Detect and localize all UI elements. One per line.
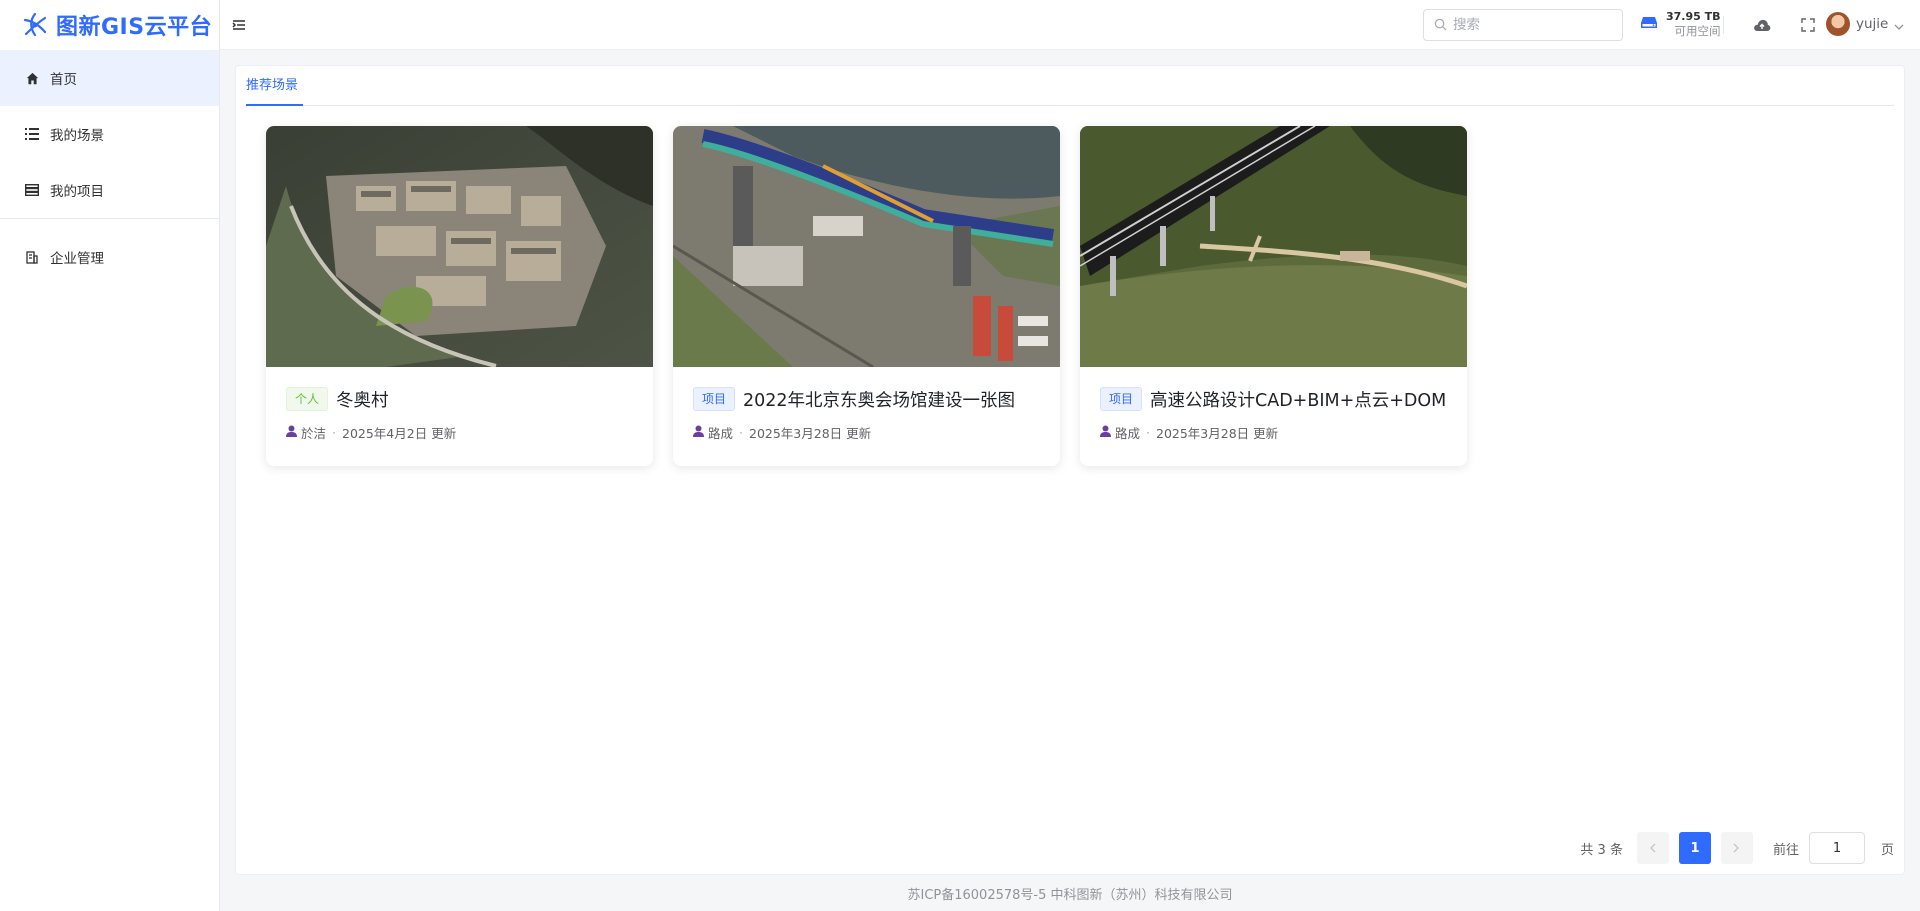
scene-card-list: 个人 冬奥村 於洁 · 2025年4月2日 更新 项目 2022年北京东奥会场馆… (266, 126, 1467, 466)
tab-recommended-scenes[interactable]: 推荐场景 (246, 66, 298, 106)
tab-bar: 推荐场景 (246, 66, 1894, 106)
meta-separator: · (332, 425, 336, 440)
building-icon (24, 249, 40, 265)
scene-title: 2022年北京东奥会场馆建设一张图 (743, 390, 1016, 411)
list-icon (24, 126, 40, 142)
avatar (1826, 12, 1850, 36)
scene-tag: 项目 (1100, 387, 1143, 411)
storage-indicator[interactable]: 37.95 TB 可用空间 (1640, 10, 1721, 38)
scene-updated: 2025年3月28日 更新 (1156, 426, 1279, 441)
sidebar-item-label: 企业管理 (50, 251, 104, 267)
search-input[interactable] (1453, 17, 1613, 33)
prev-page-button[interactable] (1636, 832, 1669, 864)
username: yujie (1856, 16, 1889, 32)
menu-divider (0, 218, 219, 219)
logo-icon (23, 12, 47, 37)
goto-label: 前往 (1772, 842, 1799, 858)
search-box[interactable] (1423, 9, 1623, 41)
cloud-upload-icon[interactable] (1752, 15, 1772, 35)
menu-toggle-icon[interactable] (232, 17, 248, 33)
logo[interactable]: 图新GIS云平台 (0, 0, 219, 50)
scene-updated: 2025年3月28日 更新 (749, 426, 872, 441)
chevron-right-icon (1734, 843, 1740, 853)
logo-text: 图新GIS云平台 (56, 15, 213, 40)
scene-title: 高速公路设计CAD+BIM+点云+DOM (1150, 390, 1447, 411)
footer: 苏ICP备16002578号-5 中科图新（苏州）科技有限公司 (220, 884, 1920, 903)
meta-separator: · (739, 425, 743, 440)
scene-thumbnail (266, 126, 653, 367)
storage-value: 37.95 TB (1666, 10, 1721, 23)
sidebar-item-enterprise[interactable]: 企业管理 (0, 237, 219, 277)
next-page-button[interactable] (1720, 832, 1753, 864)
user-icon (693, 425, 704, 440)
scene-author: 路成 (708, 426, 734, 441)
page-suffix: 页 (1880, 842, 1894, 858)
scene-author: 路成 (1115, 426, 1141, 441)
meta-separator: · (1146, 425, 1150, 440)
scene-card[interactable]: 项目 2022年北京东奥会场馆建设一张图 路成 · 2025年3月28日 更新 (673, 126, 1060, 466)
scene-thumbnail (1080, 126, 1467, 367)
tab-active-indicator (246, 104, 303, 106)
sidebar-item-label: 我的场景 (50, 128, 104, 144)
user-icon (1100, 425, 1111, 440)
pagination: 共 3 条 1 前往 页 (1580, 832, 1894, 864)
scene-tag: 个人 (286, 387, 329, 411)
home-icon (24, 70, 40, 86)
sidebar-item-my-scenes[interactable]: 我的场景 (0, 106, 219, 162)
header-divider (1723, 16, 1724, 34)
scene-card[interactable]: 个人 冬奥村 於洁 · 2025年4月2日 更新 (266, 126, 653, 466)
scene-thumbnail (673, 126, 1060, 367)
main-panel: 推荐场景 个人 冬奥村 於洁 · 2025年4月2日 更新 项目 2022年北京… (235, 65, 1905, 875)
sidebar-item-label: 我的项目 (50, 184, 104, 200)
sidebar-menu: 首页 我的场景 我的项目 企业管理 (0, 50, 219, 277)
fullscreen-icon[interactable] (1798, 15, 1818, 35)
user-menu[interactable]: yujie (1826, 12, 1904, 36)
sidebar-item-my-projects[interactable]: 我的项目 (0, 162, 219, 218)
stack-icon (24, 182, 40, 198)
scene-author: 於洁 (301, 426, 327, 441)
goto-page-input[interactable] (1808, 832, 1865, 864)
scene-tag: 项目 (693, 387, 736, 411)
storage-label: 可用空间 (1674, 24, 1721, 38)
chevron-left-icon (1650, 843, 1656, 853)
sidebar: 图新GIS云平台 首页 我的场景 我的项目 企业管理 (0, 0, 220, 911)
storage-icon (1640, 15, 1658, 34)
tab-label: 推荐场景 (246, 78, 299, 93)
footer-text: 苏ICP备16002578号-5 中科图新（苏州）科技有限公司 (907, 888, 1233, 903)
scene-card[interactable]: 项目 高速公路设计CAD+BIM+点云+DOM 路成 · 2025年3月28日 … (1080, 126, 1467, 466)
sidebar-item-home[interactable]: 首页 (0, 50, 219, 106)
pagination-total: 共 3 条 (1580, 842, 1623, 858)
scene-title: 冬奥村 (336, 390, 389, 411)
user-icon (286, 425, 297, 440)
sidebar-item-label: 首页 (50, 72, 77, 88)
top-header: 37.95 TB 可用空间 yujie (220, 0, 1920, 50)
search-icon (1434, 16, 1447, 35)
page-number-current[interactable]: 1 (1678, 832, 1711, 864)
chevron-down-icon (1894, 15, 1904, 34)
scene-updated: 2025年4月2日 更新 (342, 426, 457, 441)
